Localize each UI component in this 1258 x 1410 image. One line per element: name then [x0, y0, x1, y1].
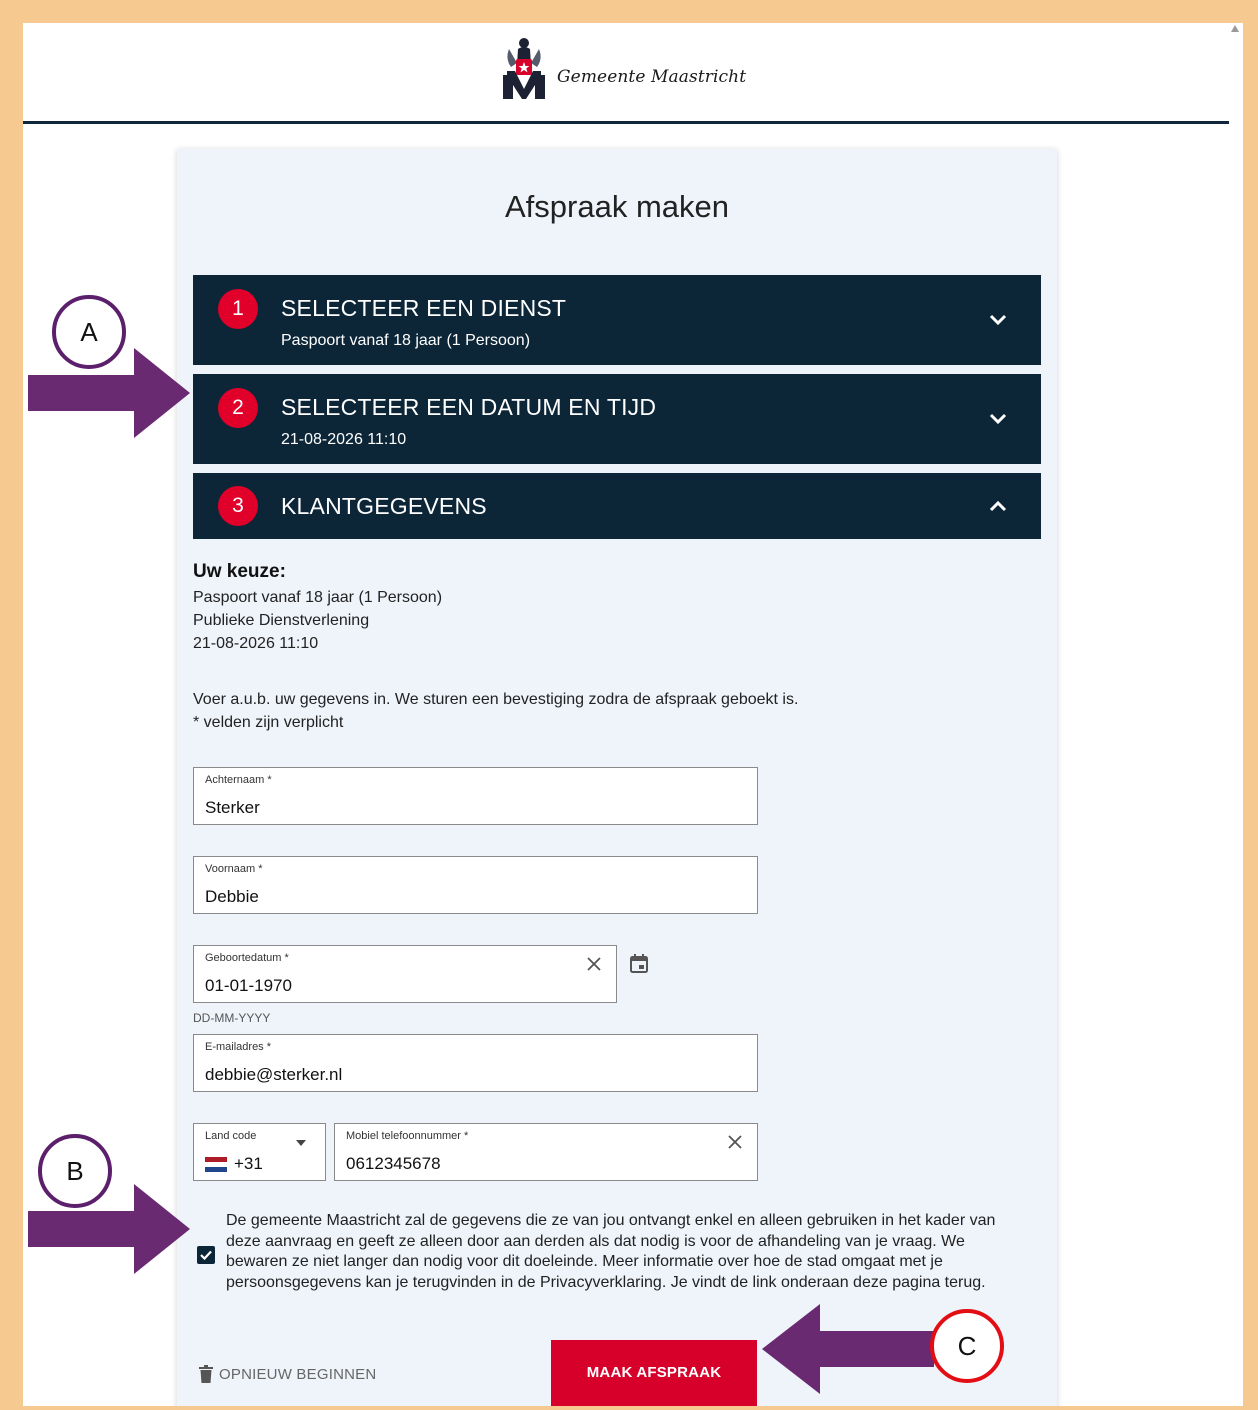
- field-value[interactable]: Sterker: [205, 798, 260, 818]
- choice-heading: Uw keuze:: [193, 561, 286, 582]
- field-value[interactable]: 0612345678: [346, 1154, 441, 1174]
- maastricht-crest-icon: [503, 38, 545, 99]
- step-title: KLANTGEGEVENS: [281, 493, 487, 519]
- calendar-icon[interactable]: [628, 953, 650, 975]
- step-select-service[interactable]: 1 SELECTEER EEN DIENST Paspoort vanaf 18…: [193, 275, 1041, 365]
- field-value: +31: [234, 1154, 263, 1173]
- consent-checkbox[interactable]: [197, 1246, 215, 1264]
- step-title: SELECTEER EEN DIENST: [281, 295, 567, 321]
- required-note: * velden zijn verplicht: [193, 714, 344, 731]
- chevron-up-icon[interactable]: [989, 500, 1007, 512]
- annotation-a: A: [52, 295, 126, 369]
- scroll-up-arrow-icon[interactable]: [1231, 25, 1239, 32]
- page-title: Afspraak maken: [505, 189, 729, 224]
- field-label: E-mailadres *: [205, 1041, 272, 1053]
- field-label: Achternaam *: [205, 774, 272, 786]
- chevron-down-icon[interactable]: [989, 413, 1007, 425]
- step-subtitle: Paspoort vanaf 18 jaar (1 Persoon): [281, 332, 531, 349]
- birthdate-format-hint: DD-MM-YYYY: [193, 1011, 271, 1025]
- step-customer-details[interactable]: 3 KLANTGEGEVENS: [193, 473, 1041, 539]
- field-label: Geboortedatum *: [205, 952, 289, 964]
- step-number-badge: 3: [218, 486, 258, 526]
- field-label: Mobiel telefoonnummer *: [346, 1130, 469, 1142]
- chevron-down-icon[interactable]: [989, 314, 1007, 326]
- step-select-date-time[interactable]: 2 SELECTEER EEN DATUM EN TIJD 21-08-2026…: [193, 374, 1041, 464]
- municipality-logo[interactable]: Gemeente Maastricht: [501, 35, 746, 101]
- choice-location: Publieke Dienstverlening: [193, 612, 370, 629]
- country-code-select[interactable]: Land code +31: [193, 1123, 326, 1181]
- annotation-arrow-c-icon: [762, 1304, 934, 1394]
- restart-label: OPNIEUW BEGINNEN: [219, 1365, 377, 1383]
- consent-text: De gemeente Maastricht zal de gegevens d…: [226, 1212, 996, 1291]
- dropdown-caret-icon[interactable]: [296, 1140, 306, 1146]
- email-field[interactable]: E-mailadres * debbie@sterker.nl: [193, 1034, 758, 1092]
- site-header: Gemeente Maastricht: [23, 23, 1229, 124]
- field-value[interactable]: 01-01-1970: [205, 976, 292, 996]
- restart-button[interactable]: OPNIEUW BEGINNEN: [199, 1365, 376, 1383]
- birthdate-field[interactable]: Geboortedatum * 01-01-1970: [193, 945, 617, 1003]
- field-label: Land code: [205, 1130, 257, 1142]
- annotation-c: C: [930, 1309, 1004, 1383]
- step-title: SELECTEER EEN DATUM EN TIJD: [281, 394, 657, 420]
- logo-text: Gemeente Maastricht: [557, 67, 747, 87]
- choice-service: Paspoort vanaf 18 jaar (1 Persoon): [193, 589, 443, 606]
- last-name-field[interactable]: Achternaam * Sterker: [193, 767, 758, 825]
- step-subtitle: 21-08-2026 11:10: [281, 431, 407, 448]
- mobile-phone-field[interactable]: Mobiel telefoonnummer * 0612345678: [334, 1123, 758, 1181]
- appointment-card: Afspraak maken 1 SELECTEER EEN DIENST Pa…: [177, 149, 1057, 1406]
- clear-icon[interactable]: [584, 954, 604, 974]
- browser-viewport: Gemeente Maastricht Afspraak maken 1 SEL…: [23, 23, 1243, 1406]
- make-appointment-button[interactable]: MAAK AFSPRAAK: [551, 1340, 757, 1406]
- annotation-b: B: [38, 1134, 112, 1208]
- clear-icon[interactable]: [725, 1132, 745, 1152]
- field-value[interactable]: debbie@sterker.nl: [205, 1065, 342, 1085]
- intro-text: Voer a.u.b. uw gegevens in. We sturen ee…: [193, 691, 799, 708]
- field-label: Voornaam *: [205, 863, 263, 875]
- field-value[interactable]: Debbie: [205, 887, 259, 907]
- first-name-field[interactable]: Voornaam * Debbie: [193, 856, 758, 914]
- checkmark-icon: [200, 1250, 212, 1261]
- choice-datetime: 21-08-2026 11:10: [193, 635, 319, 652]
- nl-flag-icon: [205, 1157, 227, 1172]
- step-number-badge: 1: [218, 289, 258, 329]
- step-number-badge: 2: [218, 388, 258, 428]
- trash-icon: [199, 1365, 213, 1383]
